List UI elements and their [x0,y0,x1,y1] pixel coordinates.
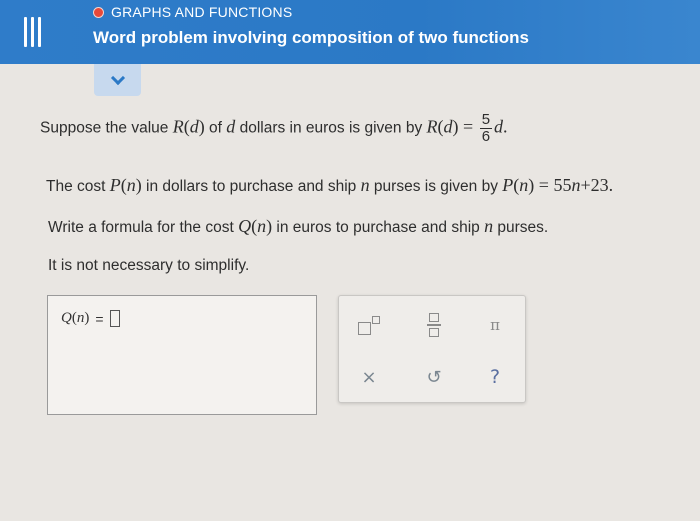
problem-line-1: Suppose the value R(d) of d dollars in e… [40,111,508,145]
undo-icon: ↺ [426,366,442,388]
help-button[interactable]: ? [475,362,515,392]
problem-line-3: Write a formula for the cost Q(n) in eur… [48,216,549,236]
topic-text: GRAPHS AND FUNCTIONS [111,4,293,20]
math-keypad: π × ↺ ? [338,295,526,403]
page-title: Word problem involving composition of tw… [93,28,529,47]
header-bar: GRAPHS AND FUNCTIONS Word problem involv… [0,0,700,64]
fraction-button[interactable] [414,310,454,340]
pi-button[interactable]: π [475,310,515,340]
help-icon: ? [489,366,501,388]
close-icon: × [361,366,377,388]
clear-button[interactable]: × [349,362,389,392]
answer-input[interactable]: Q (n) = [47,295,317,415]
input-cursor-box[interactable] [109,310,120,327]
superscript-button[interactable] [349,310,389,340]
collapse-button[interactable] [94,64,141,96]
undo-button[interactable]: ↺ [414,362,454,392]
chevron-down-icon [110,70,125,85]
hamburger-menu-icon[interactable] [10,10,54,54]
fraction-five-sixths: 56 [479,111,493,145]
pi-icon: π [490,316,500,334]
answer-label: Q (n) = [61,310,120,327]
fraction-icon [427,313,441,337]
problem-line-2: The cost P(n) in dollars to purchase and… [46,175,614,195]
topic-label: GRAPHS AND FUNCTIONS [93,4,292,20]
problem-line-4: It is not necessary to simplify. [48,257,250,274]
status-dot-icon [93,6,104,18]
superscript-icon [358,315,380,335]
